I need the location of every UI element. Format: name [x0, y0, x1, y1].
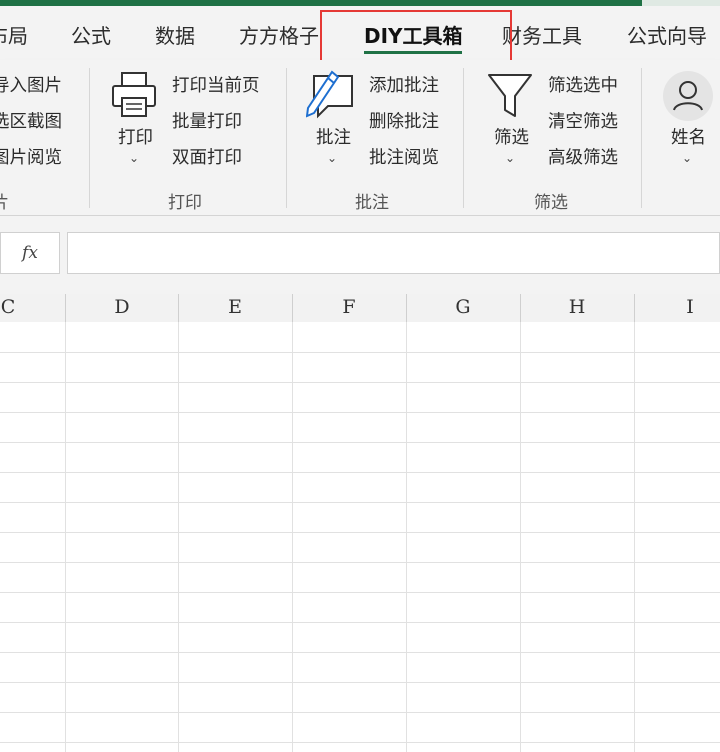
import-image-button[interactable]: 导入图片: [0, 72, 62, 97]
group-label-comment: 批注: [355, 193, 389, 213]
add-comment-button[interactable]: 添加批注: [369, 72, 439, 97]
print-current-page-button[interactable]: 打印当前页: [172, 72, 260, 97]
name-button-label[interactable]: 姓名: [671, 124, 706, 149]
group-label-print: 打印: [168, 193, 202, 213]
formula-bar: fx: [0, 232, 720, 276]
column-header-f[interactable]: F: [342, 296, 355, 318]
tab-fangfangezi[interactable]: 方方格子: [239, 20, 319, 49]
image-viewer-button[interactable]: 图片阅览: [0, 144, 62, 169]
column-header-i[interactable]: I: [686, 296, 694, 318]
clear-filter-button[interactable]: 清空筛选: [548, 108, 618, 133]
comment-viewer-button[interactable]: 批注阅览: [369, 144, 439, 169]
tab-formula-wizard[interactable]: 公式向导: [627, 20, 707, 49]
column-header-c[interactable]: C: [1, 296, 16, 318]
funnel-icon[interactable]: [487, 72, 533, 120]
chevron-down-icon[interactable]: ⌄: [505, 151, 515, 165]
column-header-e[interactable]: E: [228, 296, 242, 318]
insert-function-button[interactable]: fx: [0, 232, 60, 274]
group-divider: [286, 68, 287, 208]
comment-pencil-icon[interactable]: [306, 68, 356, 120]
group-divider: [641, 68, 642, 208]
chevron-down-icon[interactable]: ⌄: [682, 151, 692, 165]
delete-comment-button[interactable]: 删除批注: [369, 108, 439, 133]
duplex-print-button[interactable]: 双面打印: [172, 144, 242, 169]
ribbon-panel: 导入图片 选区截图 图片阅览 片 打印 ⌄ 打印当前页 批量打印 双面打印 打印…: [0, 60, 720, 216]
print-button-label[interactable]: 打印: [118, 124, 153, 149]
printer-icon[interactable]: [110, 70, 158, 120]
tab-data[interactable]: 数据: [155, 20, 195, 49]
fx-icon: fx: [22, 243, 38, 263]
tab-layout[interactable]: 布局: [0, 20, 28, 49]
tab-finance-tools[interactable]: 财务工具: [502, 20, 582, 49]
batch-print-button[interactable]: 批量打印: [172, 108, 242, 133]
advanced-filter-button[interactable]: 高级筛选: [548, 144, 618, 169]
selection-screenshot-button[interactable]: 选区截图: [0, 108, 62, 133]
filter-button-label[interactable]: 筛选: [494, 124, 529, 149]
column-headers: C D E F G H I: [0, 294, 720, 323]
tab-formulas[interactable]: 公式: [71, 20, 111, 49]
column-header-h[interactable]: H: [569, 296, 586, 318]
highlight-annotation-box: [320, 10, 512, 67]
chevron-down-icon[interactable]: ⌄: [129, 151, 139, 165]
group-divider: [463, 68, 464, 208]
group-label-image: 片: [0, 193, 9, 213]
column-header-g[interactable]: G: [455, 296, 470, 318]
formula-input[interactable]: [67, 232, 720, 274]
filter-selected-button[interactable]: 筛选选中: [548, 72, 618, 97]
column-header-d[interactable]: D: [114, 296, 129, 318]
cell-grid[interactable]: [0, 322, 720, 752]
chevron-down-icon[interactable]: ⌄: [327, 151, 337, 165]
group-divider: [89, 68, 90, 208]
group-label-filter: 筛选: [534, 193, 568, 213]
user-icon[interactable]: [662, 70, 714, 122]
comment-button-label[interactable]: 批注: [316, 124, 351, 149]
